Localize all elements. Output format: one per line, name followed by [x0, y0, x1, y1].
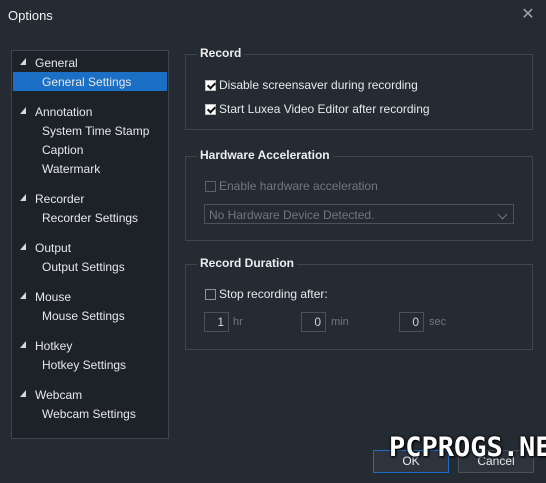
- hardware-device-select[interactable]: No Hardware Device Detected.: [204, 204, 514, 224]
- expanded-triangle-icon[interactable]: [20, 194, 26, 201]
- expanded-triangle-icon[interactable]: [20, 390, 26, 397]
- tree-item-general-settings[interactable]: General Settings: [13, 72, 167, 91]
- enable-hardware-checkbox[interactable]: [205, 181, 216, 192]
- category-tree: General General Settings Annotation Syst…: [11, 50, 169, 439]
- tree-item-mouse-settings[interactable]: Mouse Settings: [13, 306, 167, 325]
- disable-screensaver-checkbox[interactable]: [205, 80, 216, 91]
- tree-group-mouse[interactable]: Mouse: [12, 287, 168, 306]
- tree-item-output-settings[interactable]: Output Settings: [13, 257, 167, 276]
- title-bar: Options ✕: [0, 0, 546, 34]
- stop-recording-checkbox[interactable]: [205, 289, 216, 300]
- watermark-overlay: PCPROGS.NET: [389, 432, 546, 463]
- hardware-panel-title: Hardware Acceleration: [197, 148, 333, 162]
- record-panel: Record Disable screensaver during record…: [185, 46, 533, 130]
- minutes-input[interactable]: 0: [301, 312, 326, 332]
- record-duration-panel: Record Duration Stop recording after: 1 …: [185, 256, 533, 350]
- tree-group-output[interactable]: Output: [12, 238, 168, 257]
- tree-group-recorder[interactable]: Recorder: [12, 189, 168, 208]
- tree-group-webcam[interactable]: Webcam: [12, 385, 168, 404]
- disable-screensaver-label[interactable]: Disable screensaver during recording: [219, 78, 418, 92]
- tree-item-system-time-stamp[interactable]: System Time Stamp: [13, 121, 167, 140]
- chevron-down-icon: [497, 209, 508, 220]
- tree-item-webcam-settings[interactable]: Webcam Settings: [13, 404, 167, 423]
- tree-item-recorder-settings[interactable]: Recorder Settings: [13, 208, 167, 227]
- start-editor-label[interactable]: Start Luxea Video Editor after recording: [219, 102, 430, 116]
- tree-item-hotkey-settings[interactable]: Hotkey Settings: [13, 355, 167, 374]
- hardware-device-value: No Hardware Device Detected.: [209, 208, 375, 222]
- tree-group-annotation[interactable]: Annotation: [12, 102, 168, 121]
- start-editor-checkbox[interactable]: [205, 104, 216, 115]
- tree-group-general[interactable]: General: [12, 53, 168, 72]
- expanded-triangle-icon[interactable]: [20, 292, 26, 299]
- hours-unit: hr: [233, 316, 243, 328]
- enable-hardware-label: Enable hardware acceleration: [219, 179, 378, 193]
- seconds-unit: sec: [429, 316, 447, 328]
- window-title: Options: [8, 8, 53, 23]
- stop-recording-label[interactable]: Stop recording after:: [219, 287, 328, 301]
- tree-item-caption[interactable]: Caption: [13, 140, 167, 159]
- record-panel-title: Record: [197, 46, 245, 60]
- tree-item-watermark[interactable]: Watermark: [13, 159, 167, 178]
- seconds-input[interactable]: 0: [399, 312, 424, 332]
- duration-panel-title: Record Duration: [197, 256, 298, 270]
- expanded-triangle-icon[interactable]: [20, 243, 26, 250]
- hours-input[interactable]: 1: [204, 312, 229, 332]
- expanded-triangle-icon[interactable]: [20, 341, 26, 348]
- tree-group-hotkey[interactable]: Hotkey: [12, 336, 168, 355]
- minutes-unit: min: [331, 316, 349, 328]
- hardware-acceleration-panel: Hardware Acceleration Enable hardware ac…: [185, 148, 533, 241]
- expanded-triangle-icon[interactable]: [20, 58, 26, 65]
- close-icon[interactable]: ✕: [519, 6, 537, 24]
- expanded-triangle-icon[interactable]: [20, 107, 26, 114]
